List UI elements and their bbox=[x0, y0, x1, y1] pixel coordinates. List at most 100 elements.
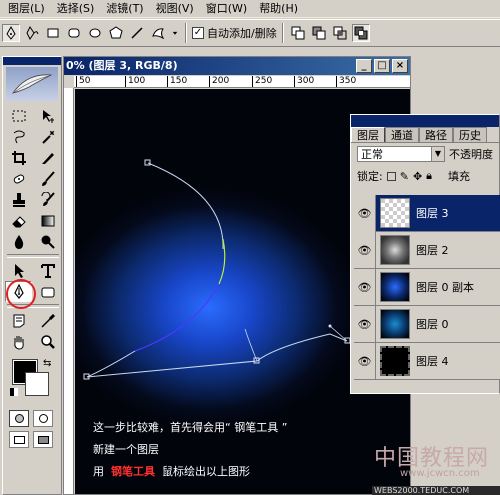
layer-thumbnail bbox=[380, 309, 410, 339]
brush-tool-icon[interactable] bbox=[34, 168, 61, 189]
magic-wand-tool-icon[interactable] bbox=[34, 126, 61, 147]
tutorial-caption-line-1: 这一步比较难，首先得会用“ 钢笔工具 ” bbox=[93, 421, 288, 434]
close-button[interactable]: × bbox=[392, 59, 408, 73]
line-shape-icon[interactable] bbox=[128, 24, 146, 42]
hand-tool-icon[interactable] bbox=[5, 331, 32, 352]
layer-row[interactable]: 👁︎ 图层 0 bbox=[354, 305, 500, 343]
path-exclude-icon[interactable] bbox=[351, 24, 370, 42]
path-subtract-icon[interactable] bbox=[310, 24, 328, 42]
chevron-down-icon: ▼ bbox=[431, 147, 444, 161]
ruler-tick: 300 bbox=[294, 76, 314, 87]
options-divider bbox=[281, 23, 284, 43]
default-colors-icon[interactable] bbox=[10, 388, 18, 396]
eye-icon[interactable]: 👁︎ bbox=[354, 194, 376, 232]
lock-transparency-icon[interactable] bbox=[386, 171, 396, 181]
history-brush-tool-icon[interactable] bbox=[34, 189, 61, 210]
freeform-pen-icon[interactable] bbox=[23, 24, 41, 42]
ruler-tick: 350 bbox=[336, 76, 356, 87]
feather-logo-icon[interactable] bbox=[6, 67, 58, 101]
eye-icon[interactable]: 👁︎ bbox=[354, 342, 376, 380]
opacity-label: 不透明度 bbox=[449, 148, 493, 161]
toolbox-titlebar[interactable] bbox=[3, 57, 61, 65]
clone-stamp-tool-icon[interactable] bbox=[5, 189, 32, 210]
custom-shape-icon[interactable] bbox=[149, 24, 167, 42]
dodge-tool-icon[interactable] bbox=[34, 231, 61, 252]
ruler-tick: 200 bbox=[209, 76, 229, 87]
chevron-down-icon[interactable] bbox=[170, 24, 180, 42]
crop-tool-icon[interactable] bbox=[5, 147, 32, 168]
layer-row[interactable]: 👁︎ 图层 0 副本 bbox=[354, 268, 500, 306]
toolbox: ⇆ bbox=[2, 56, 62, 495]
rectangle-shape-icon[interactable] bbox=[44, 24, 62, 42]
slice-tool-icon[interactable] bbox=[34, 147, 61, 168]
layer-row[interactable]: 👁︎ 图层 3 bbox=[354, 194, 500, 232]
menu-window[interactable]: 窗口(W) bbox=[200, 1, 253, 17]
options-divider bbox=[185, 23, 187, 43]
lock-all-icon[interactable]: 🔒︎ bbox=[426, 169, 432, 183]
document-titlebar[interactable]: 0% (图层 3, RGB/8) _ □ × bbox=[64, 57, 410, 75]
rounded-rect-shape-icon[interactable] bbox=[65, 24, 83, 42]
swap-colors-icon[interactable]: ⇆ bbox=[43, 358, 51, 369]
healing-brush-tool-icon[interactable] bbox=[5, 168, 32, 189]
vertical-ruler bbox=[64, 88, 74, 494]
background-color-swatch[interactable] bbox=[25, 372, 49, 396]
move-tool-icon[interactable] bbox=[34, 105, 61, 126]
text-tool-icon[interactable] bbox=[34, 260, 61, 281]
layer-name: 图层 0 副本 bbox=[416, 281, 474, 294]
ruler-tick: 50 bbox=[76, 76, 90, 87]
ruler-tick: 250 bbox=[252, 76, 272, 87]
lock-pixels-icon[interactable]: ✎ bbox=[400, 170, 409, 183]
lock-label: 锁定: bbox=[357, 170, 383, 183]
eyedropper-tool-icon[interactable] bbox=[34, 310, 61, 331]
mask-modes bbox=[3, 408, 61, 429]
layers-palette-titlebar[interactable] bbox=[351, 115, 499, 127]
path-intersect-icon[interactable] bbox=[331, 24, 349, 42]
layer-thumbnail bbox=[380, 235, 410, 265]
menu-view[interactable]: 视图(V) bbox=[150, 1, 200, 17]
polygon-shape-icon[interactable] bbox=[107, 24, 125, 42]
menu-help[interactable]: 帮助(H) bbox=[253, 1, 304, 17]
eraser-tool-icon[interactable] bbox=[5, 210, 32, 231]
rectangle-tool-icon[interactable] bbox=[34, 281, 61, 302]
tutorial-caption-line-3: 用 钢笔工具 鼠标绘出以上图形 bbox=[93, 463, 250, 479]
tab-layers[interactable]: 图层 bbox=[351, 127, 385, 142]
menu-filter[interactable]: 滤镜(T) bbox=[100, 1, 149, 17]
gradient-tool-icon[interactable] bbox=[34, 210, 61, 231]
eye-icon[interactable]: 👁︎ bbox=[354, 305, 376, 343]
layer-name: 图层 4 bbox=[416, 355, 449, 368]
menu-select[interactable]: 选择(S) bbox=[51, 1, 101, 17]
minimize-button[interactable]: _ bbox=[356, 59, 372, 73]
tab-history[interactable]: 历史 bbox=[453, 127, 487, 142]
ellipse-shape-icon[interactable] bbox=[86, 24, 104, 42]
pen-preset-icon[interactable] bbox=[2, 24, 20, 42]
menu-bar: 图层(L) 选择(S) 滤镜(T) 视图(V) 窗口(W) 帮助(H) bbox=[0, 0, 500, 18]
caption-suffix: 鼠标绘出以上图形 bbox=[162, 465, 250, 478]
tab-paths[interactable]: 路径 bbox=[419, 127, 453, 142]
zoom-tool-icon[interactable] bbox=[34, 331, 61, 352]
full-screen-menu-mode-button[interactable] bbox=[33, 431, 53, 448]
auto-add-delete-checkbox[interactable]: ✓ 自动添加/删除 bbox=[192, 25, 277, 41]
standard-mode-button[interactable] bbox=[9, 410, 29, 427]
marquee-tool-icon[interactable] bbox=[5, 105, 32, 126]
blur-tool-icon[interactable] bbox=[5, 231, 32, 252]
path-selection-tool-icon[interactable] bbox=[5, 260, 32, 281]
photoshop-window: 图层(L) 选择(S) 滤镜(T) 视图(V) 窗口(W) 帮助(H) ✓ 自动… bbox=[0, 0, 500, 495]
blend-mode-value: 正常 bbox=[361, 148, 383, 161]
standard-screen-mode-button[interactable] bbox=[9, 431, 29, 448]
layer-row[interactable]: 👁︎ 图层 2 bbox=[354, 231, 500, 269]
path-add-icon[interactable] bbox=[289, 24, 307, 42]
toolbox-divider bbox=[7, 254, 59, 258]
notes-tool-icon[interactable] bbox=[5, 310, 32, 331]
layer-row[interactable]: 👁︎ 图层 4 bbox=[354, 342, 500, 380]
lock-position-icon[interactable]: ✥ bbox=[413, 170, 422, 183]
tab-channels[interactable]: 通道 bbox=[385, 127, 419, 142]
maximize-button[interactable]: □ bbox=[374, 59, 390, 73]
blend-mode-select[interactable]: 正常 ▼ bbox=[357, 146, 445, 162]
ruler-tick: 150 bbox=[167, 76, 187, 87]
eye-icon[interactable]: 👁︎ bbox=[354, 231, 376, 269]
menu-layer[interactable]: 图层(L) bbox=[2, 1, 51, 17]
eye-icon[interactable]: 👁︎ bbox=[354, 268, 376, 306]
lasso-tool-icon[interactable] bbox=[5, 126, 32, 147]
quick-mask-mode-button[interactable] bbox=[33, 410, 53, 427]
pen-tool-icon[interactable] bbox=[5, 279, 36, 309]
